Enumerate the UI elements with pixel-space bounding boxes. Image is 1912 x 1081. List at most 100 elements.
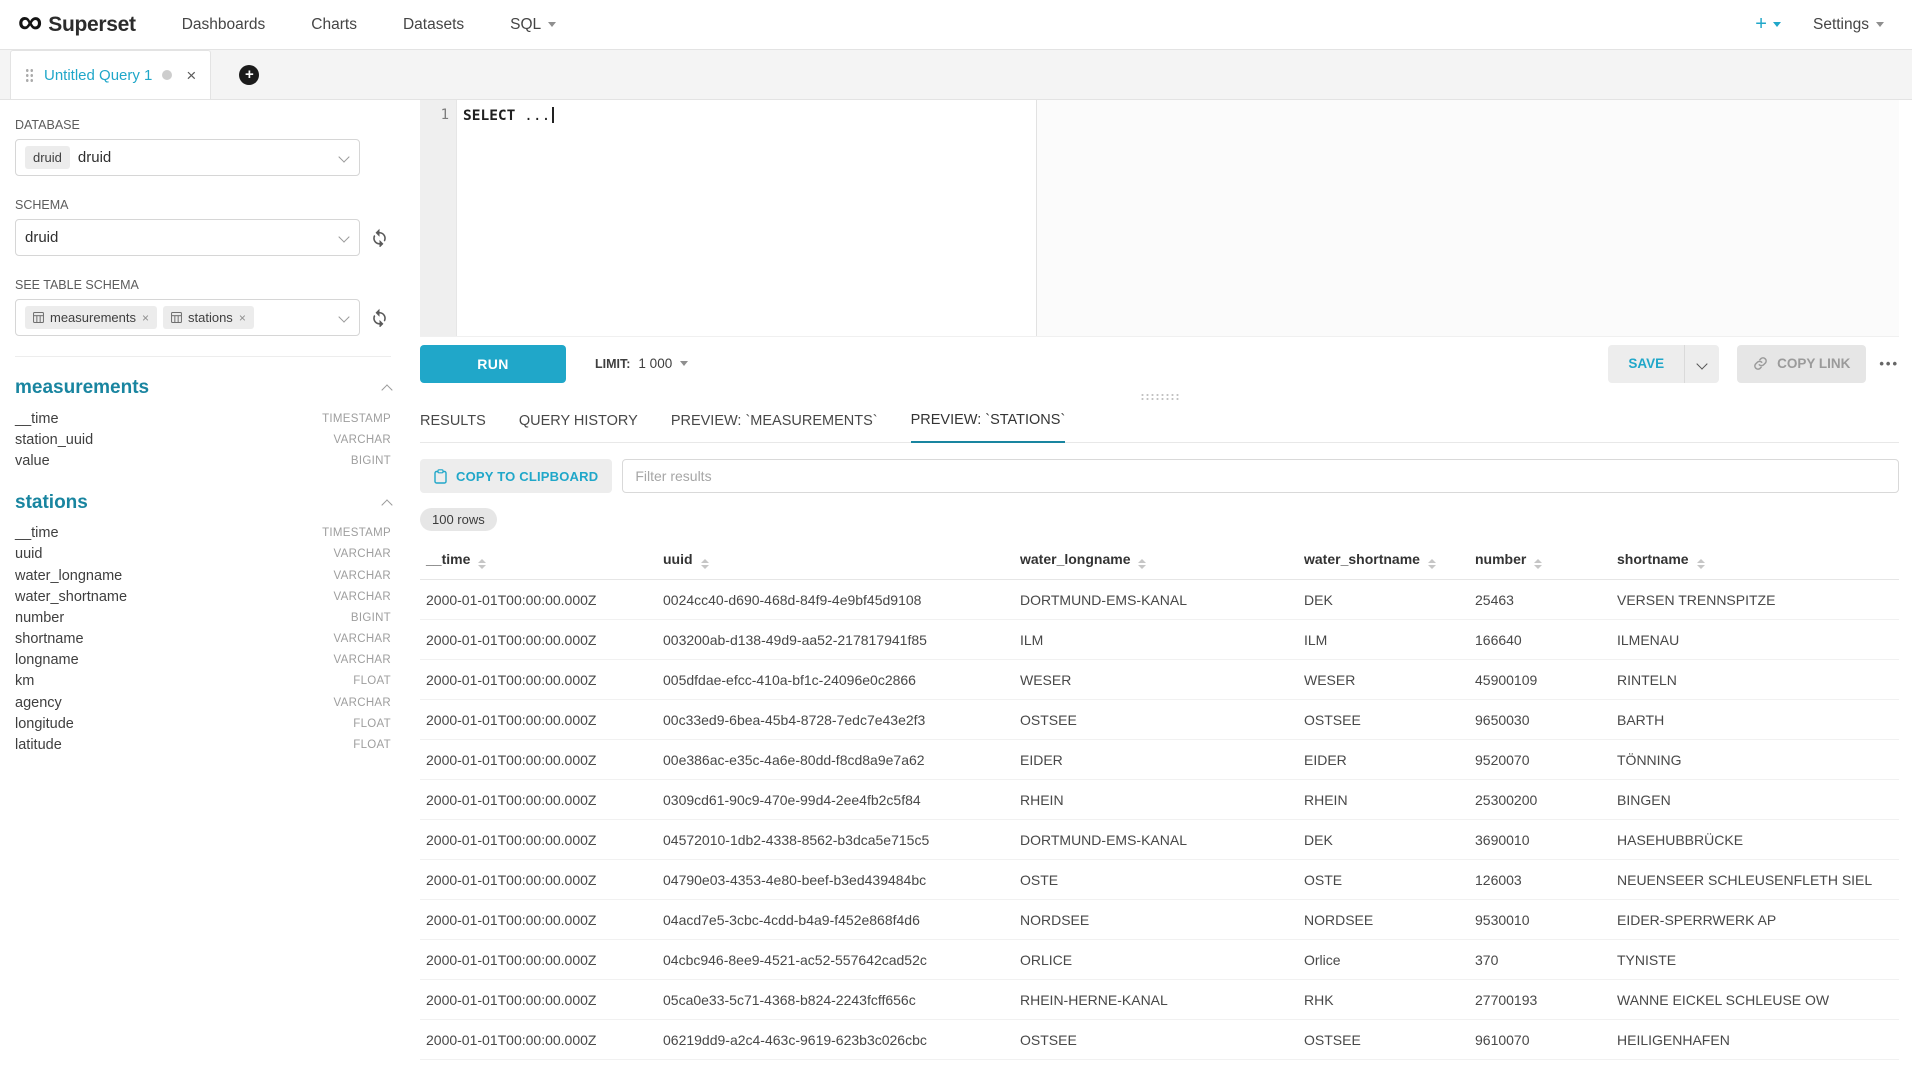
- copy-to-clipboard-button[interactable]: COPY TO CLIPBOARD: [420, 459, 612, 493]
- table-row[interactable]: 2000-01-01T00:00:00.000Z04572010-1db2-43…: [420, 820, 1899, 860]
- schema-column-row: longnameVARCHAR: [15, 650, 391, 671]
- table-cell: 370: [1469, 940, 1611, 980]
- drag-handle-icon[interactable]: [25, 68, 34, 83]
- column-name: longname: [15, 652, 79, 668]
- sort-icon[interactable]: [1534, 559, 1542, 569]
- table-pill-measurements[interactable]: measurements×: [25, 306, 157, 329]
- results-tabbar: RESULTS QUERY HISTORY PREVIEW: `MEASUREMEN…: [420, 403, 1899, 443]
- table-cell: HASEHUBBRÜCKE: [1611, 820, 1899, 860]
- table-row[interactable]: 2000-01-01T00:00:00.000Z00c33ed9-6bea-45…: [420, 700, 1899, 740]
- table-cell: 00c33ed9-6bea-45b4-8728-7edc7e43e2f3: [657, 700, 1014, 740]
- copy-link-label: COPY LINK: [1777, 356, 1850, 371]
- nav-item-sql[interactable]: SQL: [510, 16, 556, 34]
- column-header-water-shortname[interactable]: water_shortname: [1298, 542, 1469, 580]
- table-section-header-stations[interactable]: stations: [15, 492, 391, 514]
- superset-logo-icon: ∞: [18, 5, 42, 39]
- chevron-down-icon: [338, 151, 349, 162]
- schema-select[interactable]: druid: [15, 219, 360, 256]
- results-tab-results[interactable]: RESULTS: [420, 413, 486, 442]
- column-header-number[interactable]: number: [1469, 542, 1611, 580]
- table-cell: 2000-01-01T00:00:00.000Z: [420, 580, 657, 620]
- table-row[interactable]: 2000-01-01T00:00:00.000Z0309cd61-90c9-47…: [420, 780, 1899, 820]
- sort-icon[interactable]: [1138, 559, 1146, 569]
- results-tab-preview-measurements[interactable]: PREVIEW: `MEASUREMENTS`: [671, 413, 878, 442]
- more-options-icon[interactable]: •••: [1879, 356, 1899, 371]
- table-cell: OSTSEE: [1014, 700, 1298, 740]
- nav-item-datasets[interactable]: Datasets: [403, 16, 464, 34]
- table-row[interactable]: 2000-01-01T00:00:00.000Z005dfdae-efcc-41…: [420, 660, 1899, 700]
- remove-table-icon[interactable]: ×: [239, 311, 246, 325]
- schema-column-row: numberBIGINT: [15, 607, 391, 628]
- nav-item-dashboards[interactable]: Dashboards: [182, 16, 266, 34]
- pane-splitter[interactable]: [420, 390, 1899, 403]
- schema-column-row: latitudeFLOAT: [15, 734, 391, 755]
- column-header-shortname[interactable]: shortname: [1611, 542, 1899, 580]
- table-cell: 2000-01-01T00:00:00.000Z: [420, 660, 657, 700]
- column-header-water-longname[interactable]: water_longname: [1014, 542, 1298, 580]
- table-row[interactable]: 2000-01-01T00:00:00.000Z04cbc946-8ee9-45…: [420, 940, 1899, 980]
- table-cell: 2000-01-01T00:00:00.000Z: [420, 620, 657, 660]
- table-cell: VERSEN TRENNSPITZE: [1611, 580, 1899, 620]
- query-tab-label: Untitled Query 1: [44, 67, 152, 84]
- settings-menu[interactable]: Settings: [1813, 16, 1884, 34]
- sql-code-editor[interactable]: 1 SELECT ...: [420, 100, 1899, 337]
- table-row[interactable]: 2000-01-01T00:00:00.000Z00e386ac-e35c-4a…: [420, 740, 1899, 780]
- table-row[interactable]: 2000-01-01T00:00:00.000Z04790e03-4353-4e…: [420, 860, 1899, 900]
- table-row[interactable]: 2000-01-01T00:00:00.000Z0024cc40-d690-46…: [420, 580, 1899, 620]
- column-name: shortname: [15, 631, 84, 647]
- table-row[interactable]: 2000-01-01T00:00:00.000Z05ca0e33-5c71-43…: [420, 980, 1899, 1020]
- table-cell: 04acd7e5-3cbc-4cdd-b4a9-f452e868f4d6: [657, 900, 1014, 940]
- save-dropdown-button[interactable]: [1684, 345, 1719, 383]
- column-type: TIMESTAMP: [322, 527, 391, 539]
- sort-icon[interactable]: [1428, 559, 1436, 569]
- sort-icon[interactable]: [701, 559, 709, 569]
- column-type: VARCHAR: [334, 591, 391, 603]
- run-button[interactable]: RUN: [420, 345, 566, 383]
- caret-down-icon: [1876, 22, 1884, 27]
- sql-lab-sidebar: DATABASE druid druid SCHEMA druid SEE TA…: [0, 100, 410, 1081]
- table-row[interactable]: 2000-01-01T00:00:00.000Z06219dd9-a2c4-46…: [420, 1020, 1899, 1060]
- table-cell: 0024cc40-d690-468d-84f9-4e9bf45d9108: [657, 580, 1014, 620]
- remove-table-icon[interactable]: ×: [142, 311, 149, 325]
- link-icon: [1753, 356, 1768, 371]
- table-cell: DORTMUND-EMS-KANAL: [1014, 820, 1298, 860]
- table-section-header-measurements[interactable]: measurements: [15, 377, 391, 399]
- table-cell: OSTSEE: [1014, 1020, 1298, 1060]
- column-name: number: [15, 610, 64, 626]
- schema-column-row: longitudeFLOAT: [15, 713, 391, 734]
- table-icon: [171, 312, 182, 323]
- nav-item-charts[interactable]: Charts: [311, 16, 357, 34]
- close-tab-icon[interactable]: ×: [186, 67, 196, 84]
- column-header-uuid[interactable]: uuid: [657, 542, 1014, 580]
- table-cell: WESER: [1298, 660, 1469, 700]
- column-name: water_shortname: [15, 589, 127, 605]
- table-pill-stations[interactable]: stations×: [163, 306, 254, 329]
- database-select[interactable]: druid druid: [15, 139, 360, 176]
- chevron-up-icon: [381, 499, 392, 510]
- table-row[interactable]: 2000-01-01T00:00:00.000Z04acd7e5-3cbc-4c…: [420, 900, 1899, 940]
- table-cell: ILMENAU: [1611, 620, 1899, 660]
- table-schema-select[interactable]: measurements× stations×: [15, 299, 360, 336]
- chevron-down-icon: [1696, 358, 1707, 369]
- results-actions: COPY TO CLIPBOARD: [420, 459, 1899, 493]
- refresh-schema-button[interactable]: [370, 228, 389, 247]
- editor-code-area[interactable]: SELECT ...: [457, 100, 1899, 336]
- sort-icon[interactable]: [478, 559, 486, 569]
- table-row[interactable]: 2000-01-01T00:00:00.000Z003200ab-d138-49…: [420, 620, 1899, 660]
- copy-link-button[interactable]: COPY LINK: [1737, 345, 1866, 383]
- table-cell: RHEIN: [1014, 780, 1298, 820]
- line-number: 1: [441, 107, 449, 123]
- new-item-button[interactable]: +: [1755, 13, 1781, 36]
- results-tab-preview-stations[interactable]: PREVIEW: `STATIONS`: [911, 412, 1066, 443]
- column-header-label: uuid: [663, 551, 693, 567]
- add-tab-button[interactable]: +: [239, 65, 259, 85]
- refresh-tables-button[interactable]: [370, 308, 389, 327]
- save-button[interactable]: SAVE: [1608, 345, 1684, 383]
- column-header-time[interactable]: __time: [420, 542, 657, 580]
- filter-results-input[interactable]: [622, 459, 1899, 493]
- results-tab-query-history[interactable]: QUERY HISTORY: [519, 413, 638, 442]
- limit-dropdown[interactable]: LIMIT: 1 000: [595, 356, 688, 371]
- query-tab-active[interactable]: Untitled Query 1 ×: [10, 50, 211, 99]
- schema-column-row: water_longnameVARCHAR: [15, 565, 391, 586]
- sort-icon[interactable]: [1697, 559, 1705, 569]
